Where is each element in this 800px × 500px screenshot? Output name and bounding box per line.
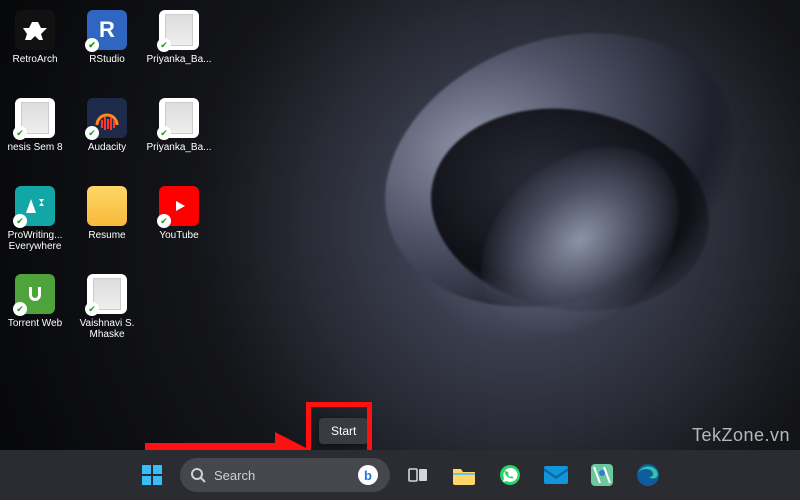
search-placeholder: Search	[214, 468, 255, 483]
document-icon	[159, 10, 199, 50]
desktop: RetroArch R RStudio Priyanka_Ba... nesis…	[0, 0, 800, 500]
desktop-icon-document[interactable]: nesis Sem 8	[0, 98, 70, 180]
windows-icon	[141, 464, 163, 486]
icon-label: Resume	[88, 230, 125, 241]
mail-button[interactable]	[538, 457, 574, 493]
icon-label: Priyanka_Ba...	[146, 142, 211, 153]
desktop-icon-youtube[interactable]: YouTube	[144, 186, 214, 268]
desktop-icon-retroarch[interactable]: RetroArch	[0, 10, 70, 92]
icon-label: Audacity	[88, 142, 126, 153]
search-box[interactable]: Search b	[180, 458, 390, 492]
desktop-icon-utorrent[interactable]: Torrent Web	[0, 274, 70, 356]
audacity-icon	[87, 98, 127, 138]
mail-icon	[544, 466, 568, 484]
explorer-button[interactable]	[446, 457, 482, 493]
desktop-icon-document[interactable]: Priyanka_Ba...	[144, 98, 214, 180]
desktop-icon-audacity[interactable]: Audacity	[72, 98, 142, 180]
icon-label: RetroArch	[12, 54, 57, 65]
taskview-button[interactable]	[400, 457, 436, 493]
prowriting-icon	[15, 186, 55, 226]
rstudio-icon: R	[87, 10, 127, 50]
document-icon	[87, 274, 127, 314]
desktop-icons-grid: RetroArch R RStudio Priyanka_Ba... nesis…	[0, 10, 214, 356]
youtube-icon	[159, 186, 199, 226]
tooltip-text: Start	[331, 424, 356, 438]
retroarch-icon	[15, 10, 55, 50]
search-icon	[190, 467, 206, 483]
icon-label: YouTube	[159, 230, 198, 241]
icon-label: ProWriting... Everywhere	[1, 230, 69, 252]
folder-icon	[452, 465, 476, 485]
icon-label: Torrent Web	[8, 318, 62, 329]
desktop-icon-document[interactable]: Priyanka_Ba...	[144, 10, 214, 92]
desktop-icon-folder[interactable]: Resume	[72, 186, 142, 268]
document-icon	[159, 98, 199, 138]
icon-label: RStudio	[89, 54, 125, 65]
icon-label: Priyanka_Ba...	[146, 54, 211, 65]
whatsapp-icon	[499, 464, 521, 486]
maps-button[interactable]	[584, 457, 620, 493]
start-tooltip: Start	[319, 418, 368, 444]
edge-button[interactable]	[630, 457, 666, 493]
desktop-icon-document[interactable]: Vaishnavi S. Mhaske	[72, 274, 142, 356]
folder-icon	[87, 186, 127, 226]
watermark: TekZone.vn	[692, 425, 790, 446]
edge-icon	[636, 463, 660, 487]
whatsapp-button[interactable]	[492, 457, 528, 493]
taskview-icon	[407, 464, 429, 486]
maps-icon	[591, 464, 613, 486]
start-button[interactable]	[134, 457, 170, 493]
desktop-icon-prowriting[interactable]: ProWriting... Everywhere	[0, 186, 70, 268]
desktop-icon-rstudio[interactable]: R RStudio	[72, 10, 142, 92]
icon-label: Vaishnavi S. Mhaske	[73, 318, 141, 340]
document-icon	[15, 98, 55, 138]
taskbar: Search b	[0, 450, 800, 500]
icon-label: nesis Sem 8	[7, 142, 62, 153]
bing-icon: b	[358, 465, 378, 485]
utorrent-icon	[15, 274, 55, 314]
